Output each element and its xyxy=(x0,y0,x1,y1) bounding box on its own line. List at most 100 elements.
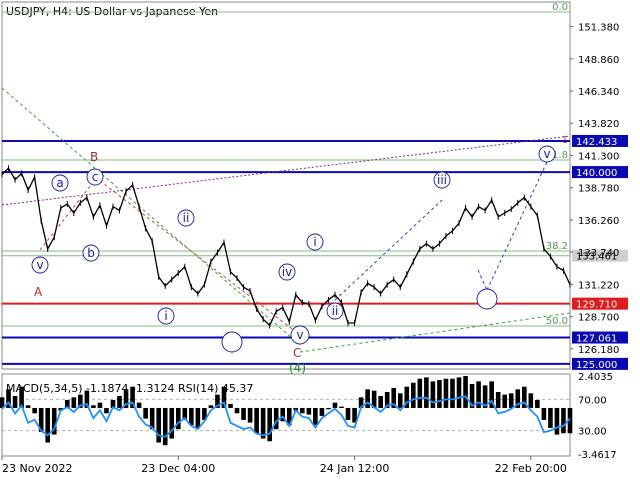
macd-bar-2 xyxy=(12,395,18,408)
y-tick-label-7: 133.740 xyxy=(578,248,619,259)
macd-bar-7 xyxy=(45,407,51,443)
svg-text:iv: iv xyxy=(282,265,292,279)
macd-bar-40 xyxy=(260,407,266,439)
svg-text:ii: ii xyxy=(183,211,190,225)
macd-bar-69 xyxy=(450,378,455,408)
macd-bar-41 xyxy=(267,407,272,442)
macd-bar-4 xyxy=(25,405,31,408)
wave-a: a xyxy=(51,174,69,192)
macd-bar-36 xyxy=(234,407,240,414)
macd-bar-65 xyxy=(424,377,429,408)
macd-bar-68 xyxy=(443,378,449,408)
x-tick-label-3: 22 Feb 20:00 xyxy=(495,462,567,475)
macd-bar-22 xyxy=(143,407,148,419)
svg-text:iii: iii xyxy=(437,173,447,187)
fib-label-0: 0.0 xyxy=(552,2,568,13)
wave-ii-2: ii xyxy=(326,302,344,320)
level-label-1: 140.000 xyxy=(576,168,617,179)
macd-bar-21 xyxy=(136,402,142,408)
macd-bar-77 xyxy=(502,394,508,408)
macd-bar-32 xyxy=(208,405,214,408)
label-C: C xyxy=(293,346,301,360)
macd-bar-63 xyxy=(411,382,416,408)
macd-bar-56 xyxy=(365,389,370,408)
x-tick-label-1: 23 Dec 04:00 xyxy=(141,462,215,475)
wave-iv-double xyxy=(476,288,498,310)
svg-text:b: b xyxy=(87,246,95,260)
macd-bar-70 xyxy=(456,377,462,408)
wave-v-1: v xyxy=(31,256,49,274)
svg-text:c: c xyxy=(92,170,99,184)
macd-bar-24 xyxy=(156,407,161,443)
macd-bar-35 xyxy=(228,403,233,408)
fib-label-4: 50.0 xyxy=(546,316,568,327)
wave-v-double: v xyxy=(290,325,310,345)
macd-bar-46 xyxy=(300,407,305,414)
y-tick-label-10: 126.180 xyxy=(578,345,619,356)
macd-bar-58 xyxy=(378,395,383,408)
macd-bar-82 xyxy=(535,399,540,408)
label-degree-4: (4) xyxy=(289,361,306,375)
macd-bar-83 xyxy=(541,407,547,420)
wave-iii-2: iii xyxy=(433,171,451,189)
wave-iii-double xyxy=(221,331,243,353)
macd-bar-5 xyxy=(32,407,37,414)
svg-text:ii: ii xyxy=(332,304,339,318)
svg-text:v: v xyxy=(543,147,550,161)
wave-v-2: v xyxy=(538,145,556,163)
macd-bar-30 xyxy=(195,407,201,428)
ind-tick-label-2: 30.00 xyxy=(578,427,607,438)
y-tick-label-8: 131.220 xyxy=(578,280,619,291)
svg-text:v: v xyxy=(36,258,43,272)
chart-svg: USDJPY, H4: US Dollar vs Japanese Yen MA… xyxy=(0,0,640,480)
macd-bar-71 xyxy=(463,376,468,408)
level-label-5: 125.000 xyxy=(576,360,617,371)
x-tick-label-0: 23 Nov 2022 xyxy=(2,462,72,475)
macd-bar-49 xyxy=(319,407,325,416)
level-label-0: 142.433 xyxy=(576,137,617,148)
label-B: B xyxy=(90,150,98,164)
ind-tick-label-0: 2.4035 xyxy=(578,372,613,383)
macd-bar-14 xyxy=(91,405,96,408)
macd-bar-15 xyxy=(97,402,103,408)
y-tick-label-9: 128.700 xyxy=(578,313,619,324)
wave-iv-1: iv xyxy=(278,263,296,281)
level-label-3: 129.710 xyxy=(576,300,617,311)
macd-bar-84 xyxy=(548,407,553,428)
macd-bar-11 xyxy=(71,397,77,408)
svg-text:v: v xyxy=(296,328,303,342)
y-tick-label-1: 148.860 xyxy=(578,55,619,66)
wave-i-1: i xyxy=(157,307,175,325)
macd-bar-61 xyxy=(397,393,403,408)
macd-bar-50 xyxy=(326,407,331,410)
macd-bar-78 xyxy=(508,393,514,408)
macd-bar-67 xyxy=(437,380,442,408)
macd-bar-39 xyxy=(254,407,259,434)
macd-bar-48 xyxy=(313,407,318,426)
macd-bar-16 xyxy=(104,407,109,414)
y-tick-label-5: 138.780 xyxy=(578,184,619,195)
macd-bar-47 xyxy=(306,407,312,415)
ind-tick-label-1: 70.00 xyxy=(578,395,607,406)
macd-bar-86 xyxy=(561,407,566,434)
wave-ii-1: ii xyxy=(177,209,195,227)
macd-bar-37 xyxy=(241,407,246,420)
macd-bar-81 xyxy=(528,393,534,408)
wave-b: b xyxy=(82,244,100,262)
macd-bar-66 xyxy=(430,381,436,408)
level-label-4: 127.061 xyxy=(576,334,617,345)
y-tick-label-2: 146.340 xyxy=(578,87,619,98)
macd-bar-76 xyxy=(495,392,501,408)
wave-i-2: i xyxy=(306,233,324,251)
macd-bar-64 xyxy=(417,378,423,408)
fib-label-3: 38.2 xyxy=(546,241,568,252)
svg-text:i: i xyxy=(313,235,316,249)
macd-bar-85 xyxy=(554,407,560,435)
y-tick-label-3: 143.820 xyxy=(578,119,619,130)
svg-text:a: a xyxy=(56,176,63,190)
y-tick-label-4: 141.300 xyxy=(578,151,619,162)
macd-bar-25 xyxy=(162,407,168,446)
wave-c: c xyxy=(86,168,104,186)
macd-bar-51 xyxy=(332,402,338,408)
macd-bar-18 xyxy=(117,395,122,408)
